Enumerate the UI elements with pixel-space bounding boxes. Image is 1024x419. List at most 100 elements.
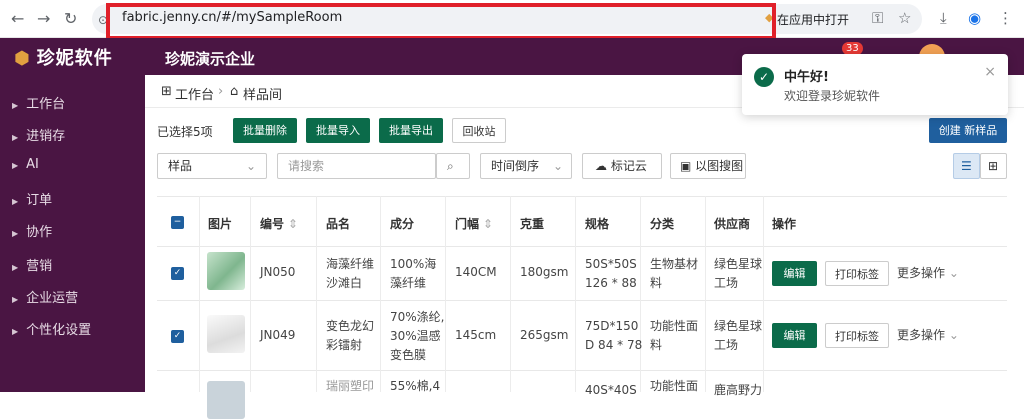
chevron-down-icon: ⌄ <box>945 266 959 280</box>
more-actions-dropdown[interactable]: 更多操作 ⌄ <box>897 326 959 345</box>
cell-spec: 50S*50S <box>585 257 637 271</box>
more-actions-dropdown[interactable]: 更多操作 ⌄ <box>897 264 959 283</box>
cell-composition: 100%海 <box>390 257 437 271</box>
sidebar-item-inventory[interactable]: ▶ 进销存 <box>12 125 65 144</box>
cell-composition: 55%棉,4 <box>390 379 441 393</box>
grid-view-icon[interactable]: ⊞ <box>980 153 1007 179</box>
close-icon[interactable]: × <box>984 64 996 80</box>
more-actions-label: 更多操作 <box>897 266 946 280</box>
cell-supplier: 工场 <box>714 338 739 352</box>
sample-thumbnail[interactable] <box>207 381 245 419</box>
image-search-label: 以图搜图 <box>695 159 744 173</box>
logo-icon: ⬢ <box>14 48 31 69</box>
sidebar-item-marketing[interactable]: ▶ 营销 <box>12 255 52 274</box>
col-divider <box>199 196 200 392</box>
cell-supplier: 工场 <box>714 276 739 290</box>
toast-title: 中午好! <box>784 70 829 85</box>
cell-weight: 265gsm <box>520 328 569 342</box>
batch-import-button[interactable]: 批量导入 <box>306 118 370 143</box>
sample-thumbnail[interactable] <box>207 252 245 290</box>
more-actions-label: 更多操作 <box>897 328 946 342</box>
sidebar-item-label: 个性化设置 <box>26 323 92 338</box>
success-check-icon: ✓ <box>754 67 774 87</box>
search-icon[interactable]: ⌕ <box>436 153 470 179</box>
col-divider <box>510 196 511 392</box>
open-in-app-button[interactable]: 在应用中打开 <box>777 11 849 28</box>
print-label-button[interactable]: 打印标签 <box>825 323 889 348</box>
cell-composition: 30%温感 <box>390 329 441 343</box>
col-header-code[interactable]: 编号 ⇕ <box>260 215 298 232</box>
welcome-toast: ✓ 中午好! 欢迎登录珍妮软件 × <box>742 54 1008 115</box>
image-search-button[interactable]: ▣ 以图搜图 <box>670 153 746 179</box>
create-sample-button[interactable]: 创建 新样品 <box>929 118 1007 143</box>
back-icon[interactable]: ← <box>11 9 24 29</box>
batch-export-button[interactable]: 批量导出 <box>379 118 443 143</box>
cell-name: 瑞丽塑印 <box>326 379 375 393</box>
menu-icon[interactable]: ⋮ <box>998 9 1013 27</box>
col-header-name: 品名 <box>326 217 351 231</box>
cell-category: 功能性面 <box>650 319 699 333</box>
company-name: 珍妮演示企业 <box>165 50 256 68</box>
cell-name: 沙滩白 <box>326 276 363 290</box>
bookmark-star-icon[interactable]: ☆ <box>898 9 911 27</box>
cell-code: JN049 <box>260 328 296 342</box>
row-divider <box>157 370 1007 371</box>
tag-cloud-button[interactable]: ☁ 标记云 <box>582 153 662 179</box>
sidebar-item-workbench[interactable]: ▶ 工作台 <box>12 93 65 112</box>
row-divider <box>157 246 1007 247</box>
list-view-icon[interactable]: ☰ <box>953 153 980 179</box>
sidebar-item-collab[interactable]: ▶ 协作 <box>12 221 52 240</box>
logo-text: 珍妮软件 <box>36 48 113 69</box>
cloud-icon: ☁ <box>595 159 611 173</box>
caret-right-icon: ▶ <box>12 101 19 110</box>
app-logo[interactable]: ⬢ 珍妮软件 <box>14 44 113 70</box>
col-header-composition: 成分 <box>390 217 415 231</box>
sidebar-item-label: 进销存 <box>26 129 66 144</box>
row-checkbox[interactable]: ✓ <box>171 330 184 343</box>
row-divider <box>157 300 1007 301</box>
recycle-bin-button[interactable]: 回收站 <box>452 118 506 143</box>
select-all-checkbox[interactable]: − <box>171 216 184 229</box>
cell-weight: 180gsm <box>520 265 569 279</box>
caret-right-icon: ▶ <box>12 197 19 206</box>
breadcrumb-home[interactable]: 工作台 <box>175 84 214 103</box>
sidebar-item-label: 营销 <box>26 259 53 274</box>
sort-select[interactable]: 时间倒序 ⌄ <box>480 153 572 179</box>
col-header-width[interactable]: 门幅 ⇕ <box>455 215 493 232</box>
sidebar-item-label: 订单 <box>26 193 53 208</box>
edit-button[interactable]: 编辑 <box>772 323 817 348</box>
col-divider <box>575 196 576 392</box>
forward-icon[interactable]: → <box>37 9 50 29</box>
key-icon[interactable]: ⚿ <box>872 9 883 27</box>
row-checkbox[interactable]: ✓ <box>171 267 184 280</box>
cell-spec: 40S*40S <box>585 383 637 397</box>
batch-delete-button[interactable]: 批量删除 <box>233 118 297 143</box>
category-select[interactable]: 样品 ⌄ <box>157 153 267 179</box>
caret-right-icon: ▶ <box>12 161 19 170</box>
cell-width: 145cm <box>455 328 497 342</box>
sort-icon: ⇕ <box>284 217 298 231</box>
cell-category: 生物基材 <box>650 257 699 271</box>
cell-width: 140CM <box>455 265 497 279</box>
sidebar-item-orders[interactable]: ▶ 订单 <box>12 189 52 208</box>
profile-icon[interactable]: ◉ <box>968 9 981 27</box>
selection-count: 已选择5项 <box>157 125 213 139</box>
sort-icon: ⇕ <box>479 217 493 231</box>
sample-thumbnail[interactable] <box>207 315 245 353</box>
edit-button[interactable]: 编辑 <box>772 261 817 286</box>
sidebar-item-settings[interactable]: ▶ 个性化设置 <box>12 319 91 338</box>
print-label-button[interactable]: 打印标签 <box>825 261 889 286</box>
sidebar-item-ai[interactable]: ▶ AI <box>12 157 39 172</box>
cell-name: 彩镭射 <box>326 338 363 352</box>
col-header-width-label: 门幅 <box>455 217 480 231</box>
caret-right-icon: ▶ <box>12 133 19 142</box>
search-input[interactable]: 请搜索 <box>277 153 436 179</box>
cell-name: 变色龙幻 <box>326 319 375 333</box>
download-icon[interactable]: ⤓ <box>940 9 947 27</box>
sort-select-value: 时间倒序 <box>491 159 540 173</box>
sidebar-item-operations[interactable]: ▶ 企业运营 <box>12 287 78 306</box>
cell-composition: 藻纤维 <box>390 276 427 290</box>
caret-right-icon: ▶ <box>12 263 19 272</box>
col-divider <box>445 196 446 392</box>
reload-icon[interactable]: ↻ <box>64 9 77 29</box>
